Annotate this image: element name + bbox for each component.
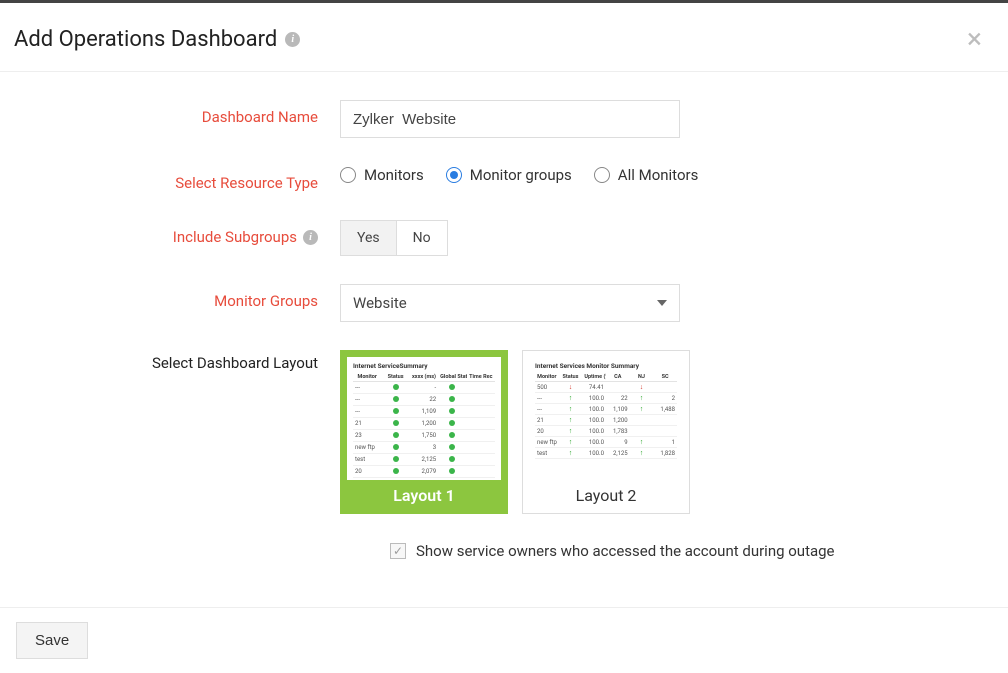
row-dashboard-layout: Select Dashboard Layout Internet Service… bbox=[20, 350, 988, 514]
row-dashboard-name: Dashboard Name bbox=[20, 100, 988, 138]
modal-header: Add Operations Dashboard i × bbox=[0, 3, 1008, 72]
info-icon[interactable]: i bbox=[285, 32, 300, 47]
chevron-down-icon bbox=[657, 300, 667, 306]
include-subgroups-toggle: Yes No bbox=[340, 220, 448, 256]
radio-label: Monitors bbox=[364, 166, 424, 184]
radio-icon bbox=[446, 167, 462, 183]
radio-label: All Monitors bbox=[618, 166, 699, 184]
subgroups-no-button[interactable]: No bbox=[396, 221, 447, 255]
close-icon[interactable]: × bbox=[963, 21, 986, 57]
label-resource-type: Select Resource Type bbox=[20, 166, 340, 192]
label-monitor-groups: Monitor Groups bbox=[20, 284, 340, 310]
radio-icon bbox=[594, 167, 610, 183]
layout-1-card[interactable]: Internet ServiceSummary MonitorStatusxxx… bbox=[340, 350, 508, 514]
layout-2-card[interactable]: Internet Services Monitor Summary Monito… bbox=[522, 350, 690, 514]
row-include-subgroups: Include Subgroups i Yes No bbox=[20, 220, 988, 256]
modal-footer: Save bbox=[0, 607, 1008, 673]
show-owners-label: Show service owners who accessed the acc… bbox=[416, 542, 835, 560]
preview-title: Internet ServiceSummary bbox=[353, 362, 495, 370]
preview-title: Internet Services Monitor Summary bbox=[535, 362, 677, 370]
label-dashboard-layout: Select Dashboard Layout bbox=[20, 350, 340, 372]
subgroups-yes-button[interactable]: Yes bbox=[341, 221, 396, 255]
layout-1-preview: Internet ServiceSummary MonitorStatusxxx… bbox=[347, 357, 501, 480]
row-monitor-groups: Monitor Groups Website bbox=[20, 284, 988, 322]
label-text: Include Subgroups bbox=[173, 228, 297, 246]
layout-2-preview: Internet Services Monitor Summary Monito… bbox=[529, 357, 683, 480]
preview-table-2: MonitorStatusUptime (%)CANJSC500↓74.41↓-… bbox=[535, 373, 677, 459]
save-button[interactable]: Save bbox=[16, 622, 88, 659]
preview-table-1: MonitorStatusxxxx (ms)Global StatusTime … bbox=[353, 373, 495, 480]
form-body: Dashboard Name Select Resource Type Moni… bbox=[0, 72, 1008, 580]
add-operations-dashboard-modal: Add Operations Dashboard i × Dashboard N… bbox=[0, 3, 1008, 580]
modal-title: Add Operations Dashboard i bbox=[14, 27, 300, 52]
row-resource-type: Select Resource Type Monitors Monitor gr… bbox=[20, 166, 988, 192]
dashboard-name-input[interactable] bbox=[340, 100, 680, 138]
show-owners-checkbox[interactable]: ✓ bbox=[390, 543, 406, 559]
resource-type-radio-group: Monitors Monitor groups All Monitors bbox=[340, 166, 698, 184]
layout-1-label: Layout 1 bbox=[341, 480, 507, 513]
label-dashboard-name: Dashboard Name bbox=[20, 100, 340, 126]
radio-icon bbox=[340, 167, 356, 183]
select-value: Website bbox=[353, 294, 407, 312]
layout-2-label: Layout 2 bbox=[523, 480, 689, 513]
radio-monitors[interactable]: Monitors bbox=[340, 166, 424, 184]
radio-monitor-groups[interactable]: Monitor groups bbox=[446, 166, 572, 184]
monitor-groups-select[interactable]: Website bbox=[340, 284, 680, 322]
modal-title-text: Add Operations Dashboard bbox=[14, 27, 277, 52]
layout-options: Internet ServiceSummary MonitorStatusxxx… bbox=[340, 350, 690, 514]
radio-label: Monitor groups bbox=[470, 166, 572, 184]
label-include-subgroups: Include Subgroups i bbox=[20, 220, 340, 246]
row-show-owners: ✓ Show service owners who accessed the a… bbox=[390, 542, 988, 560]
radio-all-monitors[interactable]: All Monitors bbox=[594, 166, 699, 184]
info-icon[interactable]: i bbox=[303, 230, 318, 245]
